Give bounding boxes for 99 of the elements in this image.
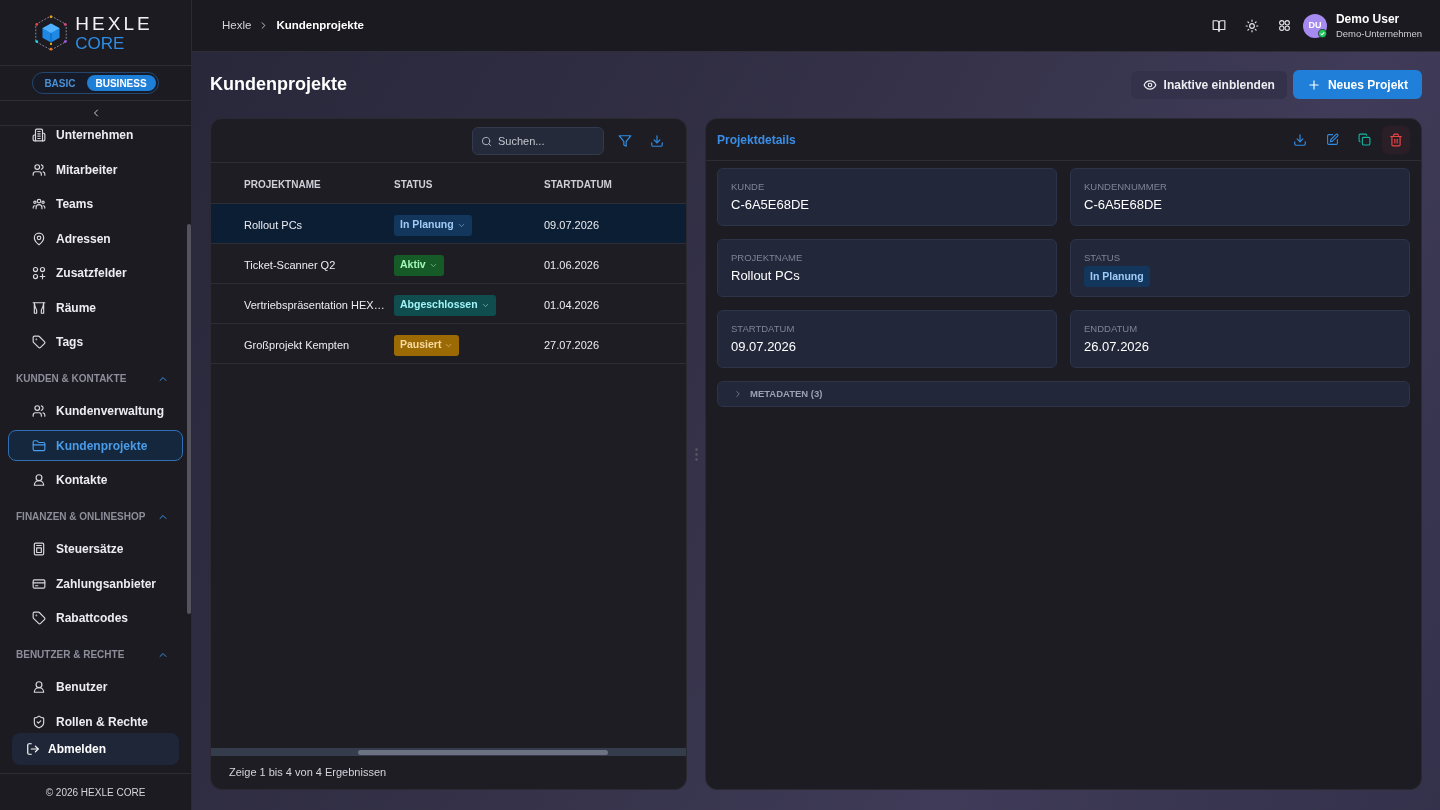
user-company: Demo-Unternehmen — [1335, 26, 1422, 40]
field-value: 09.07.2026 — [731, 339, 798, 355]
delete-button[interactable] — [1382, 125, 1410, 154]
horizontal-scrollbar[interactable] — [211, 748, 686, 756]
field-label: STATUS — [1084, 252, 1122, 264]
copyright-text: © 2026 HEXLE CORE — [45, 785, 146, 800]
nav-item[interactable]: Mitarbeiter — [8, 154, 183, 186]
user-name: Demo User — [1335, 11, 1401, 27]
map-pin-icon — [32, 231, 46, 246]
filter-icon — [618, 133, 632, 148]
section-header[interactable]: KUNDEN & KONTAKTE — [16, 371, 175, 387]
group-icon — [32, 197, 46, 212]
field-label: STARTDATUM — [731, 323, 796, 335]
building-icon — [32, 128, 46, 143]
field-label: ENDDATUM — [1084, 323, 1139, 335]
field-value: 26.07.2026 — [1084, 339, 1151, 355]
folder-icon — [32, 438, 46, 453]
breadcrumb-link[interactable]: Hexle — [222, 16, 252, 35]
field-label: PROJEKTNAME — [731, 252, 804, 264]
users-icon — [32, 404, 46, 419]
shield-icon — [32, 714, 46, 729]
field-value: Rollout PCs — [731, 268, 801, 284]
logo-edition: CORE — [75, 34, 126, 52]
download-icon — [650, 133, 664, 148]
table-cell: 09.07.2026 — [544, 218, 600, 231]
tag-icon — [32, 611, 46, 626]
nav-item[interactable]: Adressen — [8, 223, 183, 255]
users-icon — [32, 162, 46, 177]
plan-option[interactable]: BUSINESS — [86, 75, 156, 91]
nav-item[interactable]: Teams — [8, 188, 183, 220]
verified-badge-icon — [1317, 28, 1327, 38]
nav-item[interactable]: Kontakte — [8, 464, 183, 496]
column-header[interactable]: STATUS — [394, 179, 433, 190]
copy-icon — [1357, 133, 1371, 146]
nav-item[interactable]: Tags — [8, 326, 183, 358]
eye-icon — [1142, 77, 1157, 92]
download-icon — [1293, 132, 1307, 147]
field-label: KUNDENNUMMER — [1084, 181, 1168, 193]
table-cell: Vertriebspräsentation HEX… — [244, 298, 385, 311]
column-header[interactable]: STARTDATUM — [544, 179, 612, 190]
panel-title: Projektdetails — [717, 131, 796, 149]
page-title: Kundenprojekte — [210, 73, 347, 96]
logo-wordmark: HEXLE — [75, 13, 153, 33]
field-label: KUNDE — [731, 181, 766, 193]
table-cell: 01.06.2026 — [544, 258, 600, 271]
user-icon — [32, 680, 46, 695]
table-cell: Rollout PCs — [244, 218, 303, 231]
section-header[interactable]: BENUTZER & RECHTE — [16, 647, 175, 663]
nav-item[interactable]: Rabattcodes — [8, 602, 183, 634]
nav-item[interactable]: Kundenverwaltung — [8, 395, 183, 427]
sun-icon — [1244, 18, 1259, 33]
breadcrumb-current: Kundenprojekte — [276, 17, 364, 33]
section-header[interactable]: FINANZEN & ONLINESHOP — [16, 509, 175, 525]
apps-grid-icon — [1278, 19, 1292, 32]
metadata-toggle[interactable]: METADATEN (3) — [717, 381, 1410, 407]
nav-item[interactable]: Räume — [8, 292, 183, 324]
nav-item[interactable]: Steuersätze — [8, 533, 183, 565]
status-badge[interactable]: Aktiv — [394, 254, 444, 276]
table-row[interactable]: Rollout PCs In Planung 09.07.2026 — [211, 204, 686, 244]
add-button[interactable]: Neues Projekt — [1292, 70, 1422, 99]
user-icon — [32, 473, 46, 488]
table-row[interactable]: Vertriebspräsentation HEX… Abgeschlossen 01.04.2026 — [211, 284, 686, 324]
scrollbar-thumb[interactable] — [187, 224, 191, 614]
logout-icon — [26, 742, 40, 756]
table-cell: Ticket-Scanner Q2 — [244, 258, 336, 271]
status-badge[interactable]: In Planung — [394, 214, 472, 236]
field-value: C-6A5E68DE — [731, 197, 811, 213]
nav-item[interactable]: Unternehmen — [8, 126, 183, 151]
card-icon — [32, 576, 46, 591]
book-icon — [1211, 18, 1226, 33]
table-cell: Großprojekt Kempten — [244, 338, 350, 351]
field-value: C-6A5E68DE — [1084, 197, 1164, 213]
table-row[interactable]: Großprojekt Kempten Pausiert 27.07.2026 — [211, 324, 686, 364]
status-badge: In Planung — [1084, 266, 1150, 287]
results-summary: Zeige 1 bis 4 von 4 Ergebnissen — [229, 765, 387, 781]
tag-icon — [32, 335, 46, 350]
plan-option[interactable]: BASIC — [35, 75, 85, 91]
calculator-icon — [32, 542, 46, 557]
trash-icon — [1389, 132, 1403, 147]
nav-item[interactable]: Zusatzfelder — [8, 257, 183, 289]
search-icon — [481, 135, 492, 147]
curtain-icon — [32, 300, 46, 315]
shapes-icon — [32, 266, 46, 281]
nav-item[interactable]: Rollen & Rechte — [8, 706, 183, 733]
toggle-button[interactable]: Inaktive einblenden — [1130, 70, 1287, 99]
plus-icon — [1306, 77, 1321, 92]
search-field[interactable]: Suchen... — [472, 126, 604, 155]
column-header[interactable]: PROJEKTNAME — [244, 179, 321, 190]
table-cell: 27.07.2026 — [544, 338, 600, 351]
chevron-right-icon — [733, 389, 743, 399]
scrollbar-thumb[interactable] — [358, 749, 608, 755]
status-badge[interactable]: Abgeschlossen — [394, 294, 496, 316]
pencil-icon — [1325, 133, 1339, 146]
table-row[interactable]: Ticket-Scanner Q2 Aktiv 01.06.2026 — [211, 244, 686, 284]
table-cell: 01.04.2026 — [544, 298, 600, 311]
nav-item[interactable]: Benutzer — [8, 671, 183, 703]
nav-item[interactable]: Kundenprojekte — [8, 430, 183, 462]
logout-button[interactable]: Abmelden — [12, 733, 179, 765]
nav-item[interactable]: Zahlungsanbieter — [8, 568, 183, 600]
